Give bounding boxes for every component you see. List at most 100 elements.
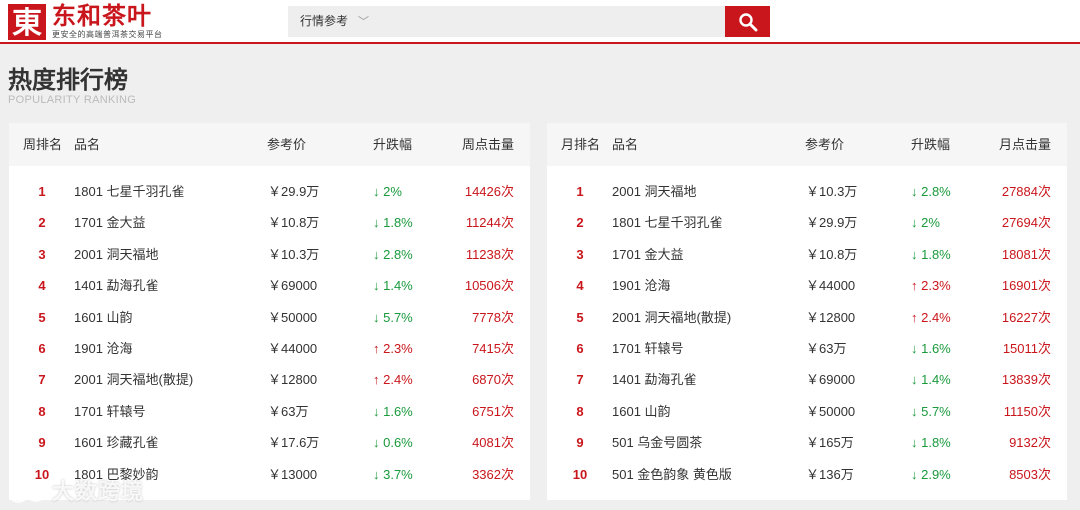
- table-row[interactable]: 3 1701 金大益 ￥10.8万 ↓ 1.8% 18081次: [547, 239, 1067, 270]
- row-rank: 4: [38, 278, 46, 294]
- row-price: ￥69000: [806, 372, 856, 388]
- row-name[interactable]: 2001 洞天福地(散提): [74, 364, 193, 395]
- page-subtitle: POPULARITY RANKING: [8, 94, 137, 106]
- row-rank: 6: [38, 341, 46, 356]
- row-price: ￥63万: [806, 341, 847, 356]
- table-row[interactable]: 5 1601 山韵 ￥50000 ↓ 5.7% 7778次: [9, 302, 530, 333]
- row-rank: 4: [576, 278, 584, 294]
- weekly-header-col-0: 周排名: [23, 137, 63, 152]
- row-change: ↓ 1.4%: [911, 372, 951, 388]
- table-row[interactable]: 5 2001 洞天福地(散提) ￥12800 ↑ 2.4% 16227次: [547, 302, 1067, 333]
- row-name[interactable]: 2001 洞天福地(散提): [612, 302, 731, 333]
- row-change: ↑ 2.4%: [373, 372, 413, 388]
- row-hits: 27694次: [1001, 215, 1051, 231]
- row-name[interactable]: 1601 珍藏孔雀: [74, 427, 159, 458]
- row-change: ↓ 2.8%: [911, 184, 951, 199]
- weekly-header-col-1: 品名: [74, 137, 101, 152]
- row-rank: 1: [38, 184, 46, 199]
- row-change: ↑ 2.4%: [911, 309, 951, 325]
- watermark-logo-icon: [10, 482, 46, 503]
- watermark: 大数跨境: [8, 474, 144, 506]
- row-rank: 8: [576, 403, 584, 419]
- row-name[interactable]: 2001 洞天福地: [612, 176, 697, 207]
- row-name[interactable]: 501 乌金号圆茶: [612, 427, 702, 458]
- table-row[interactable]: 4 1901 沧海 ￥44000 ↑ 2.3% 16901次: [547, 270, 1067, 301]
- row-name[interactable]: 1401 勐海孔雀: [74, 270, 159, 301]
- row-name[interactable]: 1901 沧海: [612, 270, 671, 301]
- search-icon: [738, 12, 757, 31]
- table-row[interactable]: 2 1801 七星千羽孔雀 ￥29.9万 ↓ 2% 27694次: [547, 207, 1067, 238]
- row-rank: 7: [576, 372, 584, 388]
- site-logo[interactable]: 東 东和茶叶 更安全的高端普洱茶交易平台: [8, 4, 163, 41]
- row-name[interactable]: 1701 轩辕号: [612, 333, 684, 364]
- table-row[interactable]: 4 1401 勐海孔雀 ￥69000 ↓ 1.4% 10506次: [9, 270, 530, 301]
- monthly-header-col-0: 月排名: [561, 137, 601, 152]
- row-change: ↓ 1.6%: [911, 341, 951, 356]
- row-name[interactable]: 1701 金大益: [74, 207, 146, 238]
- row-change: ↑ 2.3%: [373, 341, 413, 356]
- row-price: ￥10.3万: [268, 246, 320, 262]
- row-hits: 11150次: [1003, 403, 1051, 419]
- search-button[interactable]: [725, 6, 770, 37]
- table-row[interactable]: 6 1901 沧海 ￥44000 ↑ 2.3% 7415次: [9, 333, 530, 364]
- row-hits: 7778次: [472, 309, 514, 325]
- row-price: ￥10.3万: [806, 184, 858, 199]
- row-hits: 7415次: [472, 341, 514, 356]
- table-row[interactable]: 1 1801 七星千羽孔雀 ￥29.9万 ↓ 2% 14426次: [9, 176, 530, 207]
- monthly-header-col-3: 升跌幅: [911, 137, 951, 152]
- table-row[interactable]: 10 501 金色韵象 黄色版 ￥136万 ↓ 2.9% 8503次: [547, 459, 1067, 490]
- row-rank: 5: [38, 309, 46, 325]
- row-name[interactable]: 1801 七星千羽孔雀: [74, 176, 185, 207]
- row-rank: 7: [38, 372, 46, 388]
- row-price: ￥165万: [806, 435, 854, 451]
- row-name[interactable]: 1401 勐海孔雀: [612, 364, 697, 395]
- row-hits: 3362次: [472, 466, 514, 482]
- row-name[interactable]: 1701 金大益: [612, 239, 684, 270]
- row-change: ↓ 2.8%: [373, 246, 413, 262]
- table-row[interactable]: 6 1701 轩辕号 ￥63万 ↓ 1.6% 15011次: [547, 333, 1067, 364]
- row-name[interactable]: 1801 七星千羽孔雀: [612, 207, 723, 238]
- row-change: ↓ 3.7%: [373, 466, 413, 482]
- monthly-table-header: 月排名 品名 参考价 升跌幅 月点击量: [547, 123, 1067, 166]
- row-name[interactable]: 1601 山韵: [612, 396, 671, 427]
- search-category-select[interactable]: 行情参考 ﹀: [288, 6, 725, 37]
- row-price: ￥12800: [806, 309, 856, 325]
- row-rank: 2: [38, 215, 46, 231]
- row-price: ￥29.9万: [806, 215, 858, 231]
- table-row[interactable]: 8 1701 轩辕号 ￥63万 ↓ 1.6% 6751次: [9, 396, 530, 427]
- table-row[interactable]: 9 1601 珍藏孔雀 ￥17.6万 ↓ 0.6% 4081次: [9, 427, 530, 458]
- top-bar: 東 东和茶叶 更安全的高端普洱茶交易平台 行情参考 ﹀: [0, 0, 1080, 44]
- row-rank: 1: [576, 184, 584, 199]
- row-name[interactable]: 2001 洞天福地: [74, 239, 159, 270]
- table-row[interactable]: 7 1401 勐海孔雀 ￥69000 ↓ 1.4% 13839次: [547, 364, 1067, 395]
- watermark-text: 大数跨境: [52, 479, 145, 504]
- row-hits: 27884次: [1001, 184, 1051, 199]
- row-price: ￥50000: [268, 309, 318, 325]
- weekly-table-header: 周排名 品名 参考价 升跌幅 周点击量: [9, 123, 530, 166]
- table-row[interactable]: 7 2001 洞天福地(散提) ￥12800 ↑ 2.4% 6870次: [9, 364, 530, 395]
- row-hits: 9132次: [1009, 435, 1051, 451]
- row-name[interactable]: 1701 轩辕号: [74, 396, 146, 427]
- table-row[interactable]: 8 1601 山韵 ￥50000 ↓ 5.7% 11150次: [547, 396, 1067, 427]
- row-hits: 16901次: [1001, 278, 1051, 294]
- row-price: ￥29.9万: [268, 184, 320, 199]
- table-row[interactable]: 1 2001 洞天福地 ￥10.3万 ↓ 2.8% 27884次: [547, 176, 1067, 207]
- row-change: ↓ 0.6%: [373, 435, 413, 451]
- row-change: ↓ 1.8%: [373, 215, 413, 231]
- row-name[interactable]: 501 金色韵象 黄色版: [612, 459, 732, 490]
- row-price: ￥10.8万: [806, 246, 858, 262]
- row-change: ↓ 1.8%: [911, 246, 951, 262]
- weekly-header-col-4: 周点击量: [461, 137, 514, 152]
- monthly-ranking-table: 月排名 品名 参考价 升跌幅 月点击量 1 2001 洞天福地 ￥10.3万 ↓ 2.8% 278…: [547, 123, 1067, 500]
- search-category-label: 行情参考: [300, 14, 349, 28]
- row-name[interactable]: 1601 山韵: [74, 302, 133, 333]
- row-name[interactable]: 1901 沧海: [74, 333, 133, 364]
- row-rank: 10: [572, 466, 588, 482]
- table-row[interactable]: 3 2001 洞天福地 ￥10.3万 ↓ 2.8% 11238次: [9, 239, 530, 270]
- table-row[interactable]: 2 1701 金大益 ￥10.8万 ↓ 1.8% 11244次: [9, 207, 530, 238]
- row-hits: 10506次: [464, 278, 514, 294]
- row-price: ￥13000: [268, 466, 318, 482]
- table-row[interactable]: 9 501 乌金号圆茶 ￥165万 ↓ 1.8% 9132次: [547, 427, 1067, 458]
- weekly-header-col-3: 升跌幅: [373, 137, 413, 152]
- row-rank: 9: [38, 435, 46, 451]
